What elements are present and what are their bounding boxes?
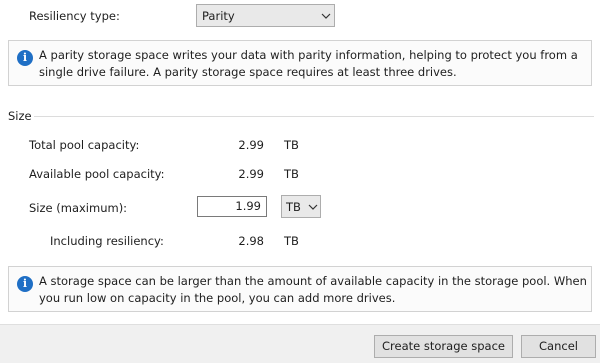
size-unit-value: TB — [286, 199, 301, 214]
including-resiliency-value: 2.98 — [238, 234, 264, 248]
info-icon: i — [17, 50, 33, 66]
total-pool-capacity-label: Total pool capacity: — [29, 138, 140, 152]
including-resiliency-unit: TB — [284, 234, 299, 248]
total-pool-capacity-value: 2.99 — [238, 138, 264, 152]
resiliency-type-value: Parity — [202, 8, 235, 23]
chevron-down-icon — [318, 5, 334, 26]
size-info-text: A storage space can be larger than the a… — [39, 274, 587, 305]
including-resiliency-label: Including resiliency: — [50, 234, 164, 248]
resiliency-type-select[interactable]: Parity — [196, 4, 335, 27]
create-storage-space-button[interactable]: Create storage space — [374, 335, 513, 358]
chevron-down-icon — [306, 204, 320, 210]
size-maximum-label: Size (maximum): — [29, 201, 128, 215]
dialog-footer: Create storage space Cancel — [0, 324, 600, 363]
info-icon: i — [17, 276, 33, 292]
resiliency-info-text: A parity storage space writes your data … — [39, 48, 578, 79]
available-pool-capacity-unit: TB — [284, 167, 299, 181]
resiliency-info-box: i A parity storage space writes your dat… — [8, 40, 592, 86]
size-unit-select[interactable]: TB — [281, 195, 321, 218]
available-pool-capacity-value: 2.99 — [238, 167, 264, 181]
total-pool-capacity-unit: TB — [284, 138, 299, 152]
size-maximum-input[interactable]: 1.99 — [197, 196, 267, 217]
resiliency-type-label: Resiliency type: — [29, 9, 120, 23]
available-pool-capacity-label: Available pool capacity: — [29, 167, 165, 181]
size-info-box: i A storage space can be larger than the… — [8, 266, 592, 312]
size-group-divider — [34, 116, 594, 117]
size-group-title: Size — [8, 109, 32, 123]
cancel-button[interactable]: Cancel — [521, 335, 596, 358]
